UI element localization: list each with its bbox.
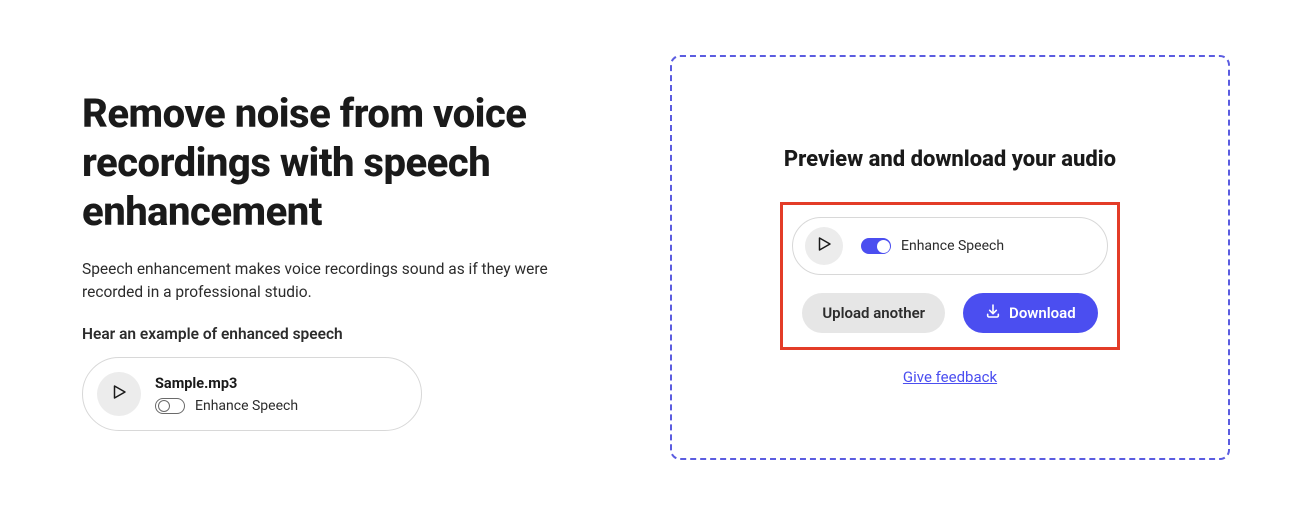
left-column: Remove noise from voice recordings with … — [0, 0, 600, 521]
preview-panel-title: Preview and download your audio — [784, 147, 1116, 172]
download-button[interactable]: Download — [963, 293, 1098, 333]
play-icon — [110, 383, 128, 405]
upload-another-label: Upload another — [822, 304, 925, 322]
sample-enhance-toggle[interactable] — [155, 398, 185, 414]
page-headline: Remove noise from voice recordings with … — [82, 90, 560, 236]
sample-player-meta: Sample.mp3 Enhance Speech — [155, 375, 298, 414]
example-label: Hear an example of enhanced speech — [82, 325, 560, 343]
action-button-row: Upload another Download — [802, 293, 1097, 333]
play-icon — [815, 235, 833, 257]
right-column: Preview and download your audio Enhance … — [600, 0, 1300, 521]
page-root: Remove noise from voice recordings with … — [0, 0, 1300, 521]
sample-play-button[interactable] — [97, 372, 141, 416]
preview-enhance-toggle-label: Enhance Speech — [901, 238, 1004, 254]
sample-enhance-toggle-row: Enhance Speech — [155, 398, 298, 414]
sample-filename: Sample.mp3 — [155, 375, 298, 392]
highlighted-actions-box: Enhance Speech Upload another — [780, 202, 1120, 350]
page-subhead: Speech enhancement makes voice recording… — [82, 258, 560, 303]
preview-enhance-toggle[interactable] — [861, 238, 891, 254]
give-feedback-link[interactable]: Give feedback — [903, 368, 997, 386]
download-icon — [985, 303, 1001, 323]
sample-player: Sample.mp3 Enhance Speech — [82, 357, 422, 431]
upload-another-button[interactable]: Upload another — [802, 293, 945, 333]
preview-panel: Preview and download your audio Enhance … — [670, 55, 1230, 460]
download-label: Download — [1009, 304, 1076, 322]
preview-player: Enhance Speech — [792, 217, 1108, 275]
preview-play-button[interactable] — [805, 227, 843, 265]
sample-enhance-toggle-label: Enhance Speech — [195, 398, 298, 414]
